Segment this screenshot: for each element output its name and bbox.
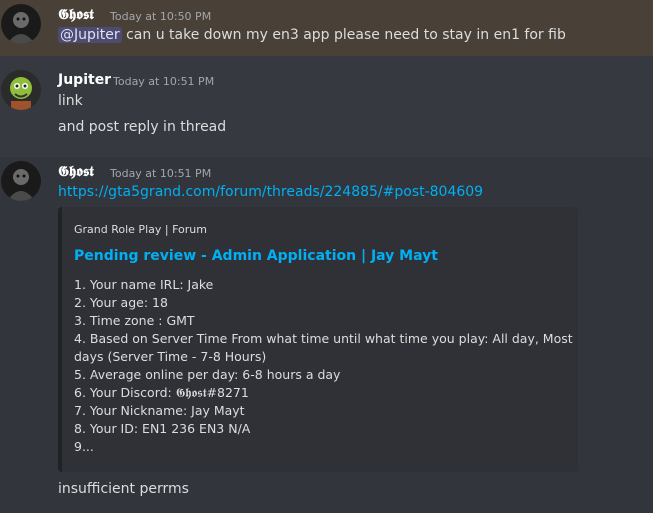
- embed-title[interactable]: Pending review - Admin Application | Jay…: [74, 248, 438, 264]
- thread-link[interactable]: https://gta5grand.com/forum/threads/2248…: [58, 184, 483, 200]
- message-body: can u take down my en3 app please need t…: [121, 27, 566, 43]
- message-3: 𝕲𝖍𝖔𝖘𝖙 Today at 10:51 PM https://gta5gran…: [0, 157, 653, 513]
- avatar[interactable]: [1, 161, 41, 201]
- username[interactable]: 𝕲𝖍𝖔𝖘𝖙: [58, 6, 94, 23]
- embed-line: 4. Based on Server Time From what time u…: [74, 331, 573, 346]
- embed-line: days (Server Time - 7-8 Hours): [74, 349, 267, 364]
- message-2: Jupiter Today at 10:51 PM link and post …: [0, 66, 653, 146]
- username[interactable]: Jupiter: [58, 72, 111, 88]
- link-embed: Grand Role Play | Forum Pending review -…: [58, 207, 578, 472]
- embed-provider[interactable]: Grand Role Play | Forum: [74, 223, 207, 236]
- timestamp: Today at 10:51 PM: [113, 75, 215, 88]
- embed-line: 2. Your age: 18: [74, 295, 168, 310]
- timestamp: Today at 10:50 PM: [110, 10, 212, 23]
- timestamp: Today at 10:51 PM: [110, 167, 212, 180]
- message-text: insufficient perrms: [58, 481, 189, 497]
- embed-line: 3. Time zone : GMT: [74, 313, 195, 328]
- embed-line: 7. Your Nickname: Jay Mayt: [74, 403, 245, 418]
- embed-line: 8. Your ID: EN1 236 EN3 N/A: [74, 421, 251, 436]
- message-1: 𝕲𝖍𝖔𝖘𝖙 Today at 10:50 PM @Jupiter can u t…: [0, 0, 653, 56]
- embed-line: 6. Your Discord: 𝕲𝖍𝖔𝖘𝖙#8271: [74, 385, 249, 400]
- message-text: and post reply in thread: [58, 119, 227, 135]
- embed-description: 1. Your name IRL: Jake 2. Your age: 18 3…: [74, 276, 573, 456]
- embed-line: 9...: [74, 439, 94, 454]
- embed-line: 1. Your name IRL: Jake: [74, 277, 214, 292]
- embed-line: 5. Average online per day: 6-8 hours a d…: [74, 367, 341, 382]
- avatar[interactable]: [1, 4, 41, 44]
- username[interactable]: 𝕲𝖍𝖔𝖘𝖙: [58, 163, 94, 180]
- message-text: @Jupiter can u take down my en3 app plea…: [58, 27, 566, 43]
- message-text: link: [58, 93, 83, 109]
- user-mention[interactable]: @Jupiter: [58, 27, 122, 43]
- avatar[interactable]: [1, 70, 41, 110]
